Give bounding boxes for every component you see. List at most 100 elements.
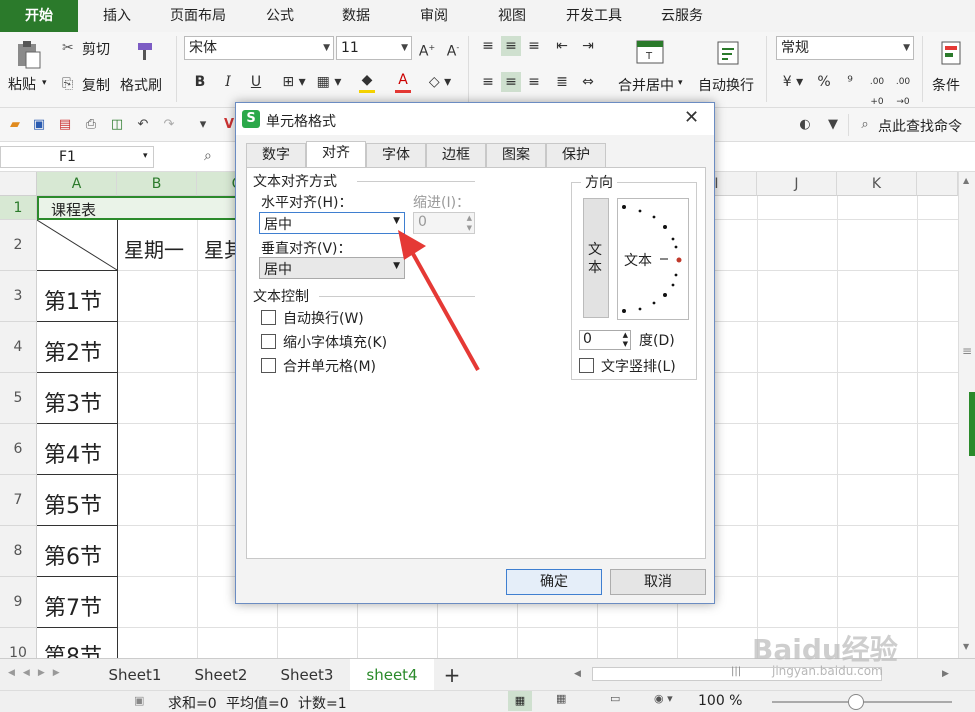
copy-button[interactable]: 复制 [82, 75, 110, 95]
tab-protection[interactable]: 保护 [546, 143, 606, 167]
degree-stepper[interactable]: 0 ▲ ▼ [579, 330, 631, 350]
tab-start[interactable]: 开始 [0, 0, 78, 32]
row-header[interactable]: 1 [0, 196, 37, 220]
selected-cell-a1[interactable]: 课程表 [37, 196, 237, 220]
tab-insert[interactable]: 插入 [88, 0, 146, 32]
open-folder-icon[interactable]: ▰ [6, 116, 24, 134]
vertical-scrollbar[interactable]: ▲ ≡ ▼ [958, 172, 975, 658]
fill-pattern-icon[interactable]: ▦ ▾ [314, 72, 344, 92]
comma-button[interactable]: ⁹ [840, 72, 860, 92]
decrease-decimal-icon[interactable]: .00 →0 [892, 72, 914, 112]
tab-alignment[interactable]: 对齐 [306, 141, 366, 168]
undo-icon[interactable]: ↶ [134, 116, 152, 134]
cut-button[interactable]: 剪切 [82, 39, 110, 59]
row-header[interactable]: 9 [0, 577, 37, 628]
tab-border[interactable]: 边框 [426, 143, 486, 167]
select-all-corner[interactable] [0, 172, 37, 196]
wrap-text-button[interactable]: 自动换行 [698, 75, 754, 95]
bold-button[interactable]: B [190, 72, 210, 92]
italic-button[interactable]: I [218, 72, 238, 92]
scroll-grip-icon[interactable]: ≡ [962, 344, 972, 358]
merge-cells-checkbox[interactable] [261, 358, 276, 373]
format-painter-button[interactable]: 格式刷 [120, 75, 162, 95]
cell-period[interactable]: 第6节 [44, 539, 102, 571]
tab-number[interactable]: 数字 [246, 143, 306, 167]
column-header[interactable]: B [117, 172, 197, 196]
cell-period[interactable]: 第5节 [44, 488, 102, 520]
chevron-down-icon[interactable]: ▾ [678, 78, 683, 88]
vertical-align-select[interactable]: 居中 ▼ [259, 257, 405, 279]
align-center-icon[interactable]: ≡ [501, 72, 521, 92]
align-top-icon[interactable]: ≡ [478, 36, 498, 56]
column-header[interactable]: J [757, 172, 837, 196]
align-bottom-icon[interactable]: ≡ [524, 36, 544, 56]
tab-data[interactable]: 数据 [328, 0, 384, 32]
row-header[interactable]: 7 [0, 475, 37, 526]
font-name-select[interactable]: 宋体 ▼ [184, 36, 334, 60]
paste-dropdown-icon[interactable]: ▾ [42, 78, 47, 88]
row-header[interactable]: 5 [0, 373, 37, 424]
tab-cloud[interactable]: 云服务 [644, 0, 720, 32]
hscroll-right-icon[interactable]: ▶ [942, 669, 949, 679]
sheet-tab[interactable]: Sheet3 [266, 659, 348, 691]
protect-icon[interactable]: ◉ ▾ [654, 692, 673, 705]
row-header[interactable]: 6 [0, 424, 37, 475]
vertical-text-option[interactable]: 文本 [583, 198, 609, 318]
distribute-icon[interactable]: ⇔ [578, 72, 598, 92]
zoom-slider-thumb[interactable] [848, 694, 864, 710]
orientation-dial[interactable]: 文本 [617, 198, 689, 320]
cell-period[interactable]: 第8节 [44, 639, 102, 658]
align-right-icon[interactable]: ≡ [524, 72, 544, 92]
print-preview-icon[interactable]: ◫ [108, 116, 126, 134]
indent-increase-icon[interactable]: ⇥ [578, 36, 598, 56]
format-painter-icon[interactable] [134, 40, 156, 62]
wrap-text-checkbox[interactable] [261, 310, 276, 325]
ok-button[interactable]: 确定 [506, 569, 602, 595]
row-header[interactable]: 4 [0, 322, 37, 373]
paste-button[interactable]: 粘贴 [8, 74, 36, 94]
sheet-tab-active[interactable]: sheet4 [350, 659, 434, 691]
tab-view[interactable]: 视图 [484, 0, 540, 32]
wrap-text-icon[interactable] [716, 40, 740, 66]
cancel-button[interactable]: 取消 [610, 569, 706, 595]
tab-formula[interactable]: 公式 [252, 0, 308, 32]
justify-icon[interactable]: ≣ [552, 72, 572, 92]
sheet-tab[interactable]: Sheet1 [96, 659, 174, 691]
number-format-select[interactable]: 常规 ▼ [776, 36, 914, 60]
align-middle-icon[interactable]: ≡ [501, 36, 521, 56]
conditional-format-icon[interactable] [940, 40, 962, 66]
increase-font-icon[interactable]: A+ [416, 38, 438, 62]
row-header[interactable]: 10 [0, 628, 37, 658]
reading-view-icon[interactable]: ▭ [610, 692, 620, 705]
sheet-nav-icon[interactable]: ◀◀▶▶ [8, 668, 68, 678]
indent-decrease-icon[interactable]: ⇤ [552, 36, 572, 56]
redo-icon[interactable]: ↷ [160, 116, 178, 134]
row-header[interactable]: 3 [0, 271, 37, 322]
customize-dropdown-icon[interactable]: ▾ [194, 116, 212, 134]
column-header[interactable]: K [837, 172, 917, 196]
zoom-level[interactable]: 100 % [698, 693, 742, 709]
currency-icon[interactable]: ¥ ▾ [778, 72, 808, 92]
scroll-down-icon[interactable]: ▼ [963, 642, 969, 651]
shrink-to-fit-checkbox[interactable] [261, 334, 276, 349]
tab-font[interactable]: 字体 [366, 143, 426, 167]
style-icon[interactable]: ◐ [796, 116, 814, 134]
font-color-icon[interactable]: A [392, 70, 414, 93]
font-size-select[interactable]: 11 ▼ [336, 36, 412, 60]
normal-view-icon[interactable]: ▦ [508, 691, 532, 711]
row-header[interactable]: 2 [0, 220, 37, 271]
cell-period[interactable]: 第4节 [44, 437, 102, 469]
save-icon[interactable]: ▣ [30, 116, 48, 134]
tab-developer[interactable]: 开发工具 [556, 0, 632, 32]
zoom-lens-icon[interactable]: ⌕ [204, 148, 212, 164]
row-header[interactable]: 8 [0, 526, 37, 577]
column-header[interactable]: A [37, 172, 117, 196]
tab-review[interactable]: 审阅 [406, 0, 462, 32]
sheet-tab[interactable]: Sheet2 [180, 659, 262, 691]
cell-period[interactable]: 第7节 [44, 590, 102, 622]
increase-decimal-icon[interactable]: .00 +0 [866, 72, 888, 112]
command-search[interactable]: 点此查找命令 [878, 116, 962, 136]
align-left-icon[interactable]: ≡ [478, 72, 498, 92]
conditional-format-button[interactable]: 条件 [932, 75, 960, 95]
dialog-titlebar[interactable]: S 单元格格式 ✕ [236, 103, 714, 135]
